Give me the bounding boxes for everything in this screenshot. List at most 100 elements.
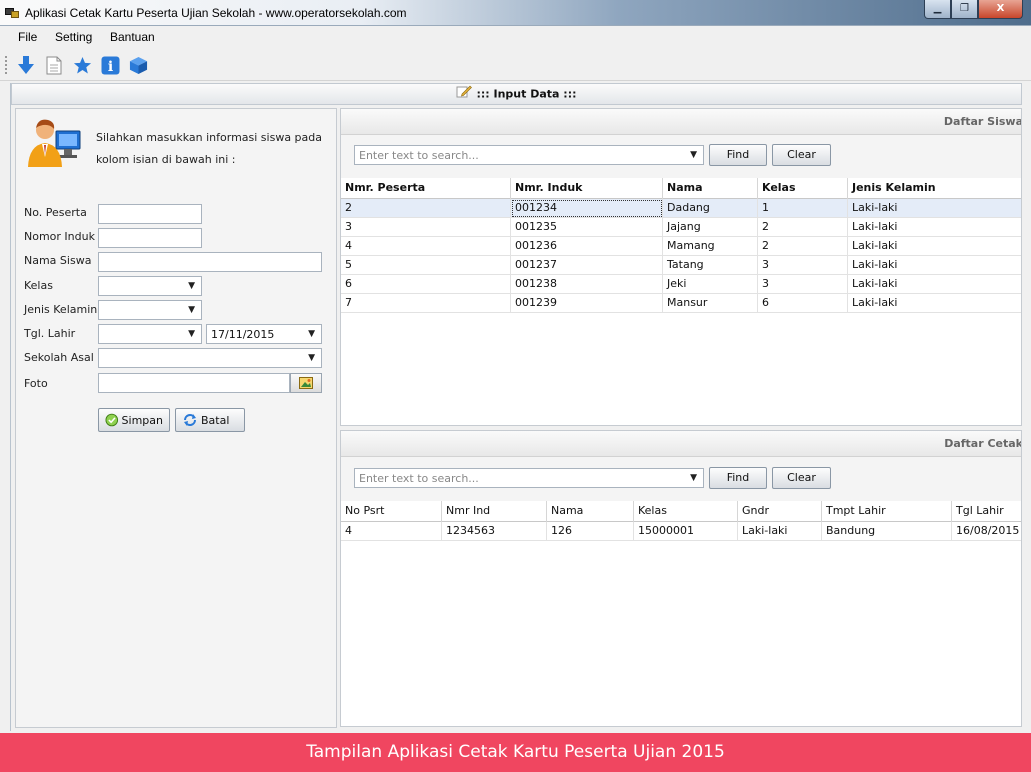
col-jenis-kelamin[interactable]: Jenis Kelamin — [848, 178, 1021, 199]
col-nama[interactable]: Nama — [547, 501, 634, 522]
table-cell: 5 — [341, 256, 511, 275]
table-row[interactable]: 7 001239 Mansur 6 Laki-laki — [341, 294, 1021, 313]
table-cell: Laki-laki — [848, 294, 1021, 313]
col-gndr[interactable]: Gndr — [738, 501, 822, 522]
label-nomor-induk: Nomor Induk — [24, 230, 95, 243]
download-arrow-icon[interactable] — [16, 55, 36, 75]
close-button[interactable]: X — [978, 0, 1023, 19]
table-row[interactable]: 6 001238 Jeki 3 Laki-laki — [341, 275, 1021, 294]
col-tgl-lahir[interactable]: Tgl Lahir — [952, 501, 1021, 522]
simpan-button[interactable]: Simpan — [98, 408, 170, 432]
foto-path-input[interactable] — [98, 373, 290, 393]
cetak-search-input[interactable]: Enter text to search... ▼ — [354, 468, 704, 488]
batal-button-label: Batal — [201, 413, 230, 427]
chevron-down-icon: ▼ — [308, 329, 315, 339]
col-tmpt-lahir[interactable]: Tmpt Lahir — [822, 501, 952, 522]
menu-file[interactable]: File — [18, 30, 37, 44]
no-peserta-input[interactable] — [98, 204, 202, 224]
col-no-psrt[interactable]: No Psrt — [341, 501, 442, 522]
cetak-clear-button[interactable]: Clear — [772, 467, 831, 489]
col-kelas[interactable]: Kelas — [758, 178, 848, 199]
cetak-table: No Psrt Nmr Ind Nama Kelas Gndr Tmpt Lah… — [341, 501, 1021, 726]
window-controls: ▁ ❐ X — [924, 0, 1023, 20]
table-cell: 15000001 — [634, 522, 738, 541]
simpan-button-label: Simpan — [121, 413, 163, 427]
label-tgl-lahir: Tgl. Lahir — [24, 327, 76, 340]
table-cell: 001234 — [511, 199, 663, 218]
refresh-icon — [184, 414, 196, 426]
cetak-find-button[interactable]: Find — [709, 467, 767, 489]
table-cell: Laki-laki — [848, 275, 1021, 294]
sekolah-asal-select[interactable]: ▼ — [98, 348, 322, 368]
col-nama[interactable]: Nama — [663, 178, 758, 199]
tgl-lahir-date-picker[interactable]: 17/11/2015 ▼ — [206, 324, 322, 344]
table-cell: Laki-laki — [848, 199, 1021, 218]
table-cell: 001235 — [511, 218, 663, 237]
col-nmr-peserta[interactable]: Nmr. Peserta — [341, 178, 511, 199]
table-cell: Laki-laki — [848, 256, 1021, 275]
document-icon[interactable] — [44, 55, 64, 75]
table-cell: 3 — [758, 275, 848, 294]
daftar-siswa-title: Daftar Siswa — [943, 115, 1022, 128]
siswa-clear-button[interactable]: Clear — [772, 144, 831, 166]
frame-title: ::: Input Data ::: — [476, 87, 577, 101]
minimize-button[interactable]: ▁ — [924, 0, 951, 19]
batal-button[interactable]: Batal — [175, 408, 245, 432]
table-row[interactable]: 4 001236 Mamang 2 Laki-laki — [341, 237, 1021, 256]
daftar-siswa-title-bar: Daftar Siswa — [341, 109, 1021, 135]
cube-icon[interactable] — [128, 55, 148, 75]
menu-bar: File Setting Bantuan — [0, 27, 1031, 48]
title-bar: Aplikasi Cetak Kartu Peserta Ujian Sekol… — [0, 0, 1031, 26]
info-icon[interactable]: i — [100, 55, 120, 75]
tempat-lahir-select[interactable]: ▼ — [98, 324, 202, 344]
siswa-search-placeholder: Enter text to search... — [359, 149, 479, 162]
daftar-cetak-title-bar: Daftar Cetak — [341, 431, 1021, 457]
siswa-table-header: Nmr. Peserta Nmr. Induk Nama Kelas Jenis… — [341, 178, 1021, 199]
nomor-induk-input[interactable] — [98, 228, 202, 248]
col-nmr-induk[interactable]: Nmr. Induk — [511, 178, 663, 199]
maximize-button[interactable]: ❐ — [951, 0, 978, 19]
caption-banner: Tampilan Aplikasi Cetak Kartu Peserta Uj… — [0, 733, 1031, 772]
jenis-kelamin-select[interactable]: ▼ — [98, 300, 202, 320]
col-nmr-ind[interactable]: Nmr Ind — [442, 501, 547, 522]
star-icon[interactable] — [72, 55, 92, 75]
browse-image-button[interactable] — [290, 373, 322, 393]
table-row[interactable]: 3 001235 Jajang 2 Laki-laki — [341, 218, 1021, 237]
form-panel: Silahkan masukkan informasi siswa pada k… — [15, 108, 337, 728]
table-cell: Tatang — [663, 256, 758, 275]
daftar-cetak-title: Daftar Cetak — [944, 437, 1022, 450]
menu-setting[interactable]: Setting — [55, 30, 92, 44]
table-cell: 2 — [341, 199, 511, 218]
pencil-icon — [456, 84, 473, 105]
table-cell: Bandung — [822, 522, 952, 541]
table-cell: Laki-laki — [848, 237, 1021, 256]
daftar-cetak-panel: Daftar Cetak Enter text to search... ▼ F… — [340, 430, 1022, 727]
nama-siswa-input[interactable] — [98, 252, 322, 272]
table-cell: 4 — [341, 237, 511, 256]
cetak-table-header: No Psrt Nmr Ind Nama Kelas Gndr Tmpt Lah… — [341, 501, 1021, 522]
table-cell: Mamang — [663, 237, 758, 256]
table-cell: Jajang — [663, 218, 758, 237]
window-title: Aplikasi Cetak Kartu Peserta Ujian Sekol… — [25, 6, 407, 20]
label-foto: Foto — [24, 377, 48, 390]
table-row[interactable]: 2 001234 Dadang 1 Laki-laki — [341, 199, 1021, 218]
toolbar: i — [0, 49, 1031, 81]
table-cell: 001236 — [511, 237, 663, 256]
kelas-select[interactable]: ▼ — [98, 276, 202, 296]
table-cell: 4 — [341, 522, 442, 541]
image-icon — [299, 377, 313, 389]
table-cell: 126 — [547, 522, 634, 541]
form-intro-text: Silahkan masukkan informasi siswa pada k… — [96, 131, 323, 166]
table-cell: Laki-laki — [738, 522, 822, 541]
siswa-find-button[interactable]: Find — [709, 144, 767, 166]
check-icon — [105, 413, 119, 427]
toolbar-grip[interactable] — [5, 56, 8, 74]
table-cell: 3 — [341, 218, 511, 237]
table-row[interactable]: 4 1234563 126 15000001 Laki-laki Bandung… — [341, 522, 1021, 541]
siswa-search-input[interactable]: Enter text to search... ▼ — [354, 145, 704, 165]
table-cell: 001239 — [511, 294, 663, 313]
chevron-down-icon: ▼ — [690, 473, 697, 483]
table-row[interactable]: 5 001237 Tatang 3 Laki-laki — [341, 256, 1021, 275]
menu-bantuan[interactable]: Bantuan — [110, 30, 155, 44]
col-kelas[interactable]: Kelas — [634, 501, 738, 522]
